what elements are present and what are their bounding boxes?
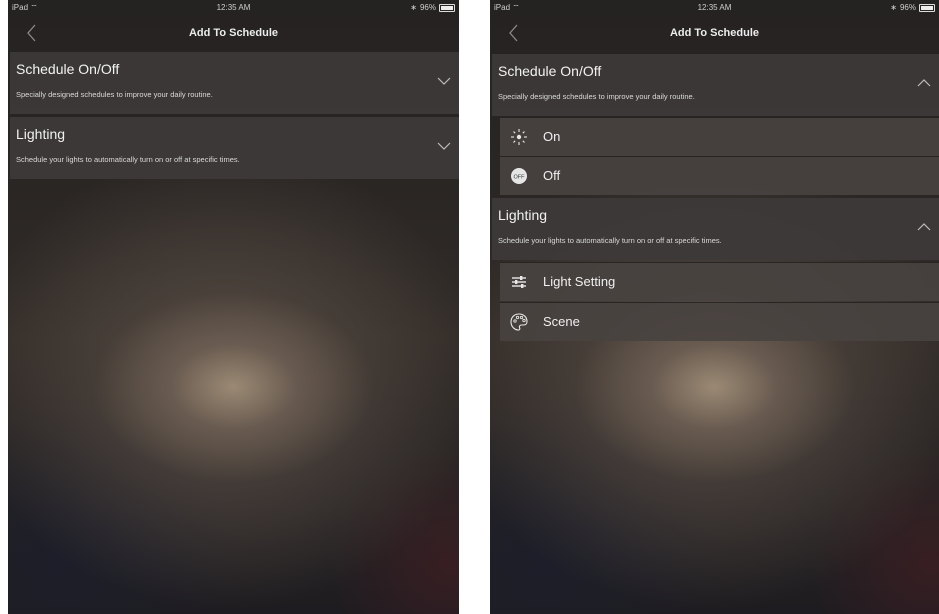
section-lighting[interactable]: Lighting Schedule your lights to automat… [492, 198, 939, 260]
status-time: 12:35 AM [216, 3, 251, 12]
off-badge-text: OFF [514, 174, 526, 180]
sun-icon [511, 129, 527, 145]
palette-icon [510, 313, 528, 331]
list-item-off[interactable]: OFF Off [500, 156, 939, 195]
item-label: On [543, 129, 561, 144]
bluetooth-icon: ∗ [410, 3, 417, 12]
item-label: Light Setting [543, 274, 616, 289]
status-right: ∗ 96% [890, 3, 935, 12]
nav-bar: Add To Schedule [490, 18, 939, 48]
battery-percent: 96% [899, 3, 916, 12]
right-screen: iPad ⌔ 12:35 AM ∗ 96% Add To Schedule Sc… [490, 0, 939, 614]
section-title: Schedule On/Off [16, 61, 120, 77]
page-title: Add To Schedule [669, 27, 760, 39]
section-description: Specially designed schedules to improve … [16, 90, 213, 99]
status-bar: iPad ⌔ 12:35 AM ∗ 96% [8, 0, 459, 16]
chevron-down-icon[interactable] [437, 76, 451, 86]
chevron-up-icon[interactable] [917, 78, 931, 88]
section-schedule-on-off[interactable]: Schedule On/Off Specially designed sched… [10, 52, 459, 114]
list-item-scene[interactable]: Scene [500, 302, 939, 341]
section-description: Schedule your lights to automatically tu… [498, 236, 722, 245]
chevron-up-icon[interactable] [917, 222, 931, 232]
section-description: Schedule your lights to automatically tu… [16, 155, 240, 164]
section-schedule-on-off[interactable]: Schedule On/Off Specially designed sched… [492, 54, 939, 116]
nav-bar: Add To Schedule [8, 18, 459, 48]
off-badge-icon: OFF [511, 168, 527, 184]
list-item-light-setting[interactable]: Light Setting [500, 262, 939, 301]
page-title: Add To Schedule [188, 27, 279, 39]
section-title: Lighting [16, 126, 66, 142]
battery-percent: 96% [419, 3, 436, 12]
section-title: Schedule On/Off [498, 63, 602, 79]
sliders-icon [512, 276, 526, 288]
item-label: Off [543, 168, 561, 183]
section-lighting[interactable]: Lighting Schedule your lights to automat… [10, 117, 459, 179]
status-right: ∗ 96% [410, 3, 455, 12]
left-screen: iPad ⌔ 12:35 AM ∗ 96% Add To Schedule Sc… [8, 0, 459, 614]
chevron-down-icon[interactable] [437, 141, 451, 151]
section-description: Specially designed schedules to improve … [498, 92, 695, 101]
battery-icon [919, 3, 935, 12]
battery-icon [439, 3, 455, 12]
section-title: Lighting [498, 207, 548, 223]
status-bar: iPad ⌔ 12:35 AM ∗ 96% [490, 0, 939, 16]
item-label: Scene [543, 314, 580, 329]
list-item-on[interactable]: On [500, 117, 939, 156]
status-time: 12:35 AM [697, 3, 732, 12]
bluetooth-icon: ∗ [890, 3, 897, 12]
